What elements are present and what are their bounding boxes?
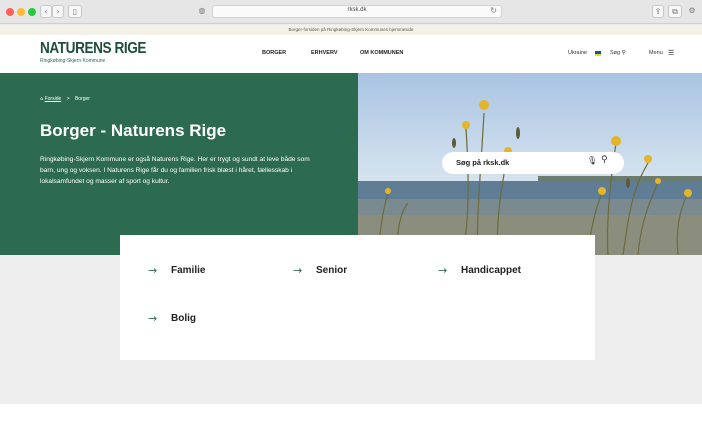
breadcrumb: ⌂ Forside > Borger <box>40 96 90 102</box>
arrow-right-icon: → <box>148 264 158 277</box>
settings-button[interactable]: ⚙ <box>686 5 698 18</box>
arrow-right-icon: → <box>148 312 158 325</box>
announcement-bar: Borger-forsiden på Ringkøbing-Skjern Kom… <box>0 25 702 35</box>
tabs-icon: ⧉ <box>672 7 678 16</box>
sidebar-icon: ▯ <box>72 7 78 16</box>
hero-panel: ⌂ Forside > Borger Borger - Naturens Rig… <box>0 73 358 255</box>
nav-om-kommunen[interactable]: OM KOMMUNEN <box>360 50 403 56</box>
logo-title[interactable]: NATURENS RIGE <box>40 40 146 58</box>
shield-icon: ◍ <box>198 6 206 15</box>
minimize-window-button[interactable] <box>17 8 25 16</box>
address-bar[interactable]: rksk.dk ↻ <box>212 5 502 18</box>
chevron-right-icon: › <box>56 7 60 16</box>
microphone-icon[interactable]: 🎙 <box>587 156 597 170</box>
arrow-right-icon: → <box>293 264 303 277</box>
hamburger-icon[interactable]: ☰ <box>668 50 674 57</box>
nav-erhverv[interactable]: ERHVERV <box>311 50 338 56</box>
maximize-window-button[interactable] <box>28 8 36 16</box>
search-icon: ⚲ <box>621 50 626 56</box>
forward-button[interactable]: › <box>52 5 64 18</box>
reload-icon[interactable]: ↻ <box>490 6 497 15</box>
page-bottom <box>0 404 702 424</box>
page-title: Borger - Naturens Rige <box>40 121 227 140</box>
share-icon: ⇪ <box>654 7 662 16</box>
breadcrumb-current: Borger <box>74 96 90 102</box>
link-label: Bolig <box>171 313 196 324</box>
back-button[interactable]: ‹ <box>40 5 52 18</box>
breadcrumb-separator: > <box>66 96 70 102</box>
privacy-button[interactable]: ◍ <box>196 5 208 18</box>
url-text: rksk.dk <box>347 7 367 13</box>
site-header: NATURENS RIGE Ringkøbing-Skjern Kommune … <box>0 35 702 73</box>
header-search-button[interactable]: Søg ⚲ <box>610 50 626 56</box>
browser-window: ‹ › ▯ ◍ rksk.dk ↻ ⇪ ⧉ ⚙ Borger-forsiden … <box>0 0 702 424</box>
search-placeholder: Søg på rksk.dk <box>456 158 510 167</box>
link-label: Familie <box>171 265 206 276</box>
gear-icon: ⚙ <box>688 6 696 15</box>
close-window-button[interactable] <box>6 8 14 16</box>
header-search-label: Søg <box>610 50 621 56</box>
link-label: Handicappet <box>461 265 522 276</box>
ukraine-link[interactable]: Ukraine <box>568 50 587 56</box>
sidebar-toggle-button[interactable]: ▯ <box>68 5 82 18</box>
hero-description: Ringkøbing-Skjern Kommune er også Nature… <box>40 156 310 185</box>
link-label: Senior <box>316 265 348 276</box>
category-panel: → Familie → Senior → Handicappet → Bolig <box>120 235 595 360</box>
ukraine-flag-icon <box>595 51 601 56</box>
search-icon[interactable]: ⚲ <box>601 155 613 169</box>
breadcrumb-home[interactable]: Forside <box>45 96 62 102</box>
nav-borger[interactable]: BORGER <box>262 50 286 56</box>
menu-button[interactable]: Menu <box>649 50 663 56</box>
chevron-left-icon: ‹ <box>44 7 48 16</box>
share-button[interactable]: ⇪ <box>652 5 664 18</box>
tabs-button[interactable]: ⧉ <box>668 5 682 18</box>
arrow-right-icon: → <box>438 264 448 277</box>
browser-toolbar: ‹ › ▯ ◍ rksk.dk ↻ ⇪ ⧉ ⚙ <box>0 0 702 24</box>
site-search-input[interactable]: Søg på rksk.dk 🎙 ⚲ <box>442 152 624 174</box>
logo-subtitle: Ringkøbing-Skjern Kommune <box>40 58 106 64</box>
home-icon[interactable]: ⌂ <box>40 96 43 102</box>
